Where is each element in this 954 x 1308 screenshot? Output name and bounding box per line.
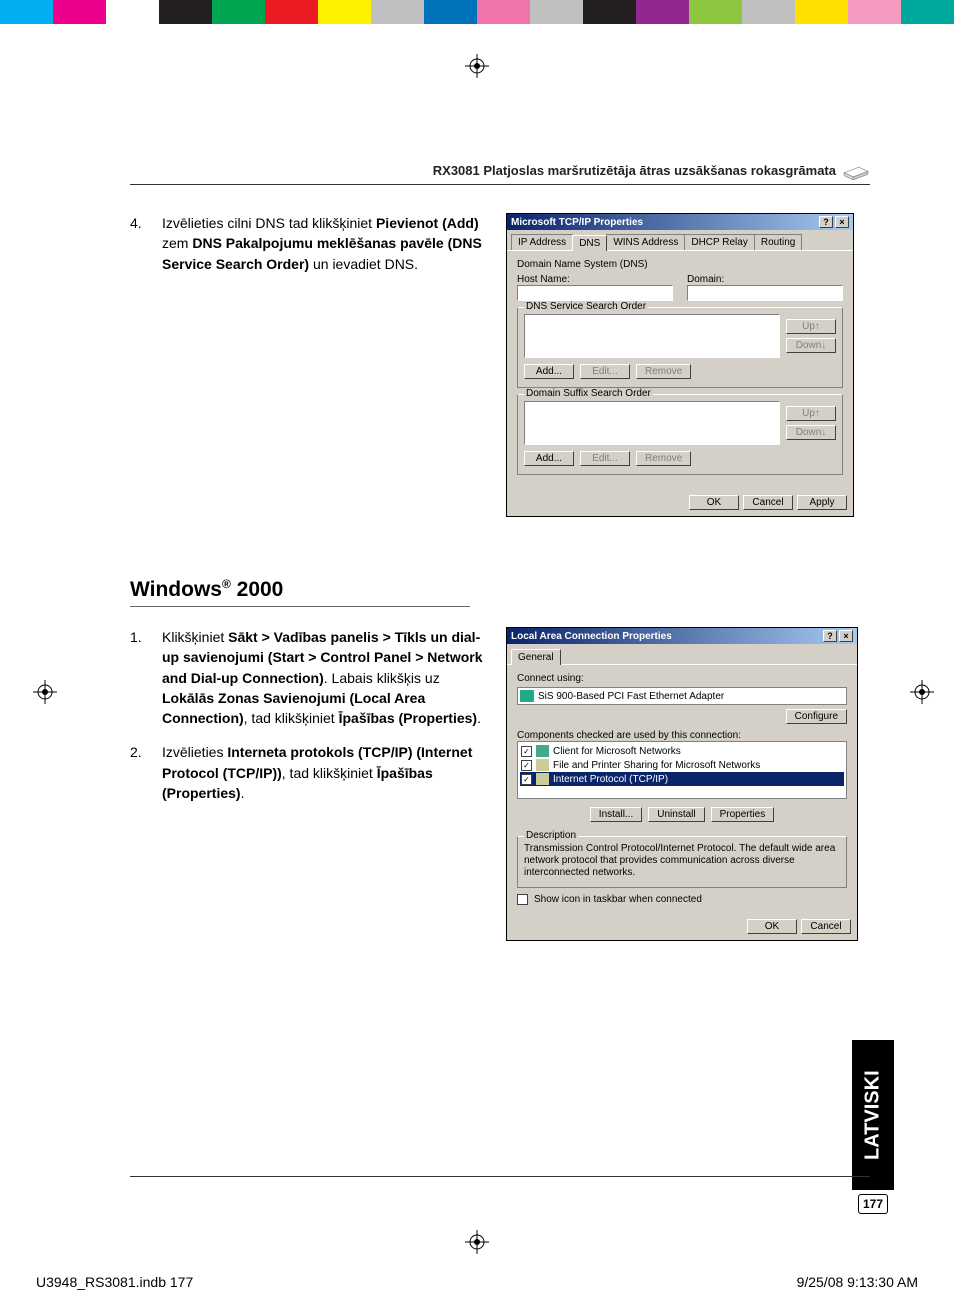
tcpip-properties-dialog: Microsoft TCP/IP Properties ? × IP Addre… <box>506 213 854 517</box>
page-number: 177 <box>858 1194 888 1214</box>
up-button[interactable]: Up↑ <box>786 319 836 334</box>
checkbox[interactable]: ✓ <box>521 774 532 785</box>
registration-mark-icon <box>465 54 489 78</box>
router-icon <box>842 160 870 180</box>
component-label: Internet Protocol (TCP/IP) <box>553 774 668 785</box>
dialog-titlebar[interactable]: Microsoft TCP/IP Properties ? × <box>507 214 853 230</box>
help-icon[interactable]: ? <box>819 216 833 228</box>
edit-button[interactable]: Edit... <box>580 364 630 379</box>
ok-button[interactable]: OK <box>747 919 797 934</box>
component-item[interactable]: ✓ Client for Microsoft Networks <box>520 744 844 758</box>
connect-using-label: Connect using: <box>517 673 847 684</box>
dns-search-order-group: DNS Service Search Order Up↑ Down↓ Add..… <box>517 307 843 388</box>
registration-mark-icon <box>465 1230 489 1254</box>
protocol-icon <box>536 745 549 757</box>
domain-input[interactable] <box>687 285 843 301</box>
add-button[interactable]: Add... <box>524 451 574 466</box>
tab-wins-address[interactable]: WINS Address <box>606 234 685 250</box>
close-icon[interactable]: × <box>839 630 853 642</box>
component-label: Client for Microsoft Networks <box>553 746 681 757</box>
configure-button[interactable]: Configure <box>786 709 847 724</box>
dialog-title: Microsoft TCP/IP Properties <box>511 217 643 228</box>
section-heading: Windows® 2000 <box>130 577 470 607</box>
lac-properties-dialog: Local Area Connection Properties ? × Gen… <box>506 627 858 941</box>
ok-button[interactable]: OK <box>689 495 739 510</box>
add-button[interactable]: Add... <box>524 364 574 379</box>
edit-button[interactable]: Edit... <box>580 451 630 466</box>
tab-general[interactable]: General <box>511 649 561 665</box>
page-header: RX3081 Platjoslas maršrutizētāja ātras u… <box>130 160 870 185</box>
nic-icon <box>520 690 534 702</box>
footer-rule <box>130 1176 870 1177</box>
footer-timestamp: 9/25/08 9:13:30 AM <box>797 1274 918 1290</box>
cancel-button[interactable]: Cancel <box>743 495 793 510</box>
footer-filename: U3948_RS3081.indb 177 <box>36 1274 193 1290</box>
tab-routing[interactable]: Routing <box>754 234 802 250</box>
dialog-title: Local Area Connection Properties <box>511 631 672 642</box>
component-label: File and Printer Sharing for Microsoft N… <box>553 760 760 771</box>
checkbox[interactable] <box>517 894 528 905</box>
print-footer: U3948_RS3081.indb 177 9/25/08 9:13:30 AM <box>36 1274 918 1290</box>
step-number: 1. <box>130 627 148 728</box>
tab-dhcp-relay[interactable]: DHCP Relay <box>684 234 755 250</box>
list-item: 2. Izvēlieties Interneta protokols (TCP/… <box>130 742 490 803</box>
list-item: 4. Izvēlieties cilni DNS tad klikšķiniet… <box>130 213 490 274</box>
help-icon[interactable]: ? <box>823 630 837 642</box>
up-button[interactable]: Up↑ <box>786 406 836 421</box>
dns-system-label: Domain Name System (DNS) <box>517 259 843 270</box>
registration-mark-icon <box>910 680 934 704</box>
components-label: Components checked are used by this conn… <box>517 730 847 741</box>
install-button[interactable]: Install... <box>590 807 642 822</box>
list-item: 1. Klikšķiniet Sākt > Vadības panelis > … <box>130 627 490 728</box>
remove-button[interactable]: Remove <box>636 364 691 379</box>
cancel-button[interactable]: Cancel <box>801 919 851 934</box>
component-item[interactable]: ✓ Internet Protocol (TCP/IP) <box>520 772 844 786</box>
close-icon[interactable]: × <box>835 216 849 228</box>
step-text: Izvēlieties Interneta protokols (TCP/IP)… <box>162 742 490 803</box>
domain-label: Domain: <box>687 274 843 285</box>
protocol-icon <box>536 773 549 785</box>
header-title: RX3081 Platjoslas maršrutizētāja ātras u… <box>433 163 836 178</box>
registration-mark-icon <box>33 680 57 704</box>
down-button[interactable]: Down↓ <box>786 338 836 353</box>
print-color-bar <box>0 0 954 24</box>
components-listbox[interactable]: ✓ Client for Microsoft Networks ✓ File and … <box>517 741 847 799</box>
tab-dns[interactable]: DNS <box>572 235 607 251</box>
checkbox[interactable]: ✓ <box>521 746 532 757</box>
host-label: Host Name: <box>517 274 673 285</box>
page-content: RX3081 Platjoslas maršrutizētāja ātras u… <box>130 160 870 941</box>
dns-order-listbox[interactable] <box>524 314 780 358</box>
domain-suffix-group: Domain Suffix Search Order Up↑ Down↓ Add… <box>517 394 843 475</box>
description-text: Transmission Control Protocol/Internet P… <box>524 843 840 879</box>
host-input[interactable] <box>517 285 673 301</box>
uninstall-button[interactable]: Uninstall <box>648 807 704 822</box>
dialog-titlebar[interactable]: Local Area Connection Properties ? × <box>507 628 857 644</box>
properties-button[interactable]: Properties <box>711 807 775 822</box>
apply-button[interactable]: Apply <box>797 495 847 510</box>
protocol-icon <box>536 759 549 771</box>
remove-button[interactable]: Remove <box>636 451 691 466</box>
step-text: Klikšķiniet Sākt > Vadības panelis > Tīk… <box>162 627 490 728</box>
dialog-tabs: IP AddressDNSWINS AddressDHCP RelayRouti… <box>507 230 853 251</box>
adapter-name: SiS 900-Based PCI Fast Ethernet Adapter <box>538 691 724 702</box>
step-number: 2. <box>130 742 148 803</box>
language-side-tab: LATVISKI <box>852 1040 894 1190</box>
suffix-listbox[interactable] <box>524 401 780 445</box>
step-text: Izvēlieties cilni DNS tad klikšķiniet Pi… <box>162 213 490 274</box>
component-item[interactable]: ✓ File and Printer Sharing for Microsoft … <box>520 758 844 772</box>
checkbox[interactable]: ✓ <box>521 760 532 771</box>
step-number: 4. <box>130 213 148 274</box>
down-button[interactable]: Down↓ <box>786 425 836 440</box>
description-group: Description Transmission Control Protoco… <box>517 836 847 888</box>
show-icon-label: Show icon in taskbar when connected <box>534 894 702 905</box>
tab-ip-address[interactable]: IP Address <box>511 234 573 250</box>
